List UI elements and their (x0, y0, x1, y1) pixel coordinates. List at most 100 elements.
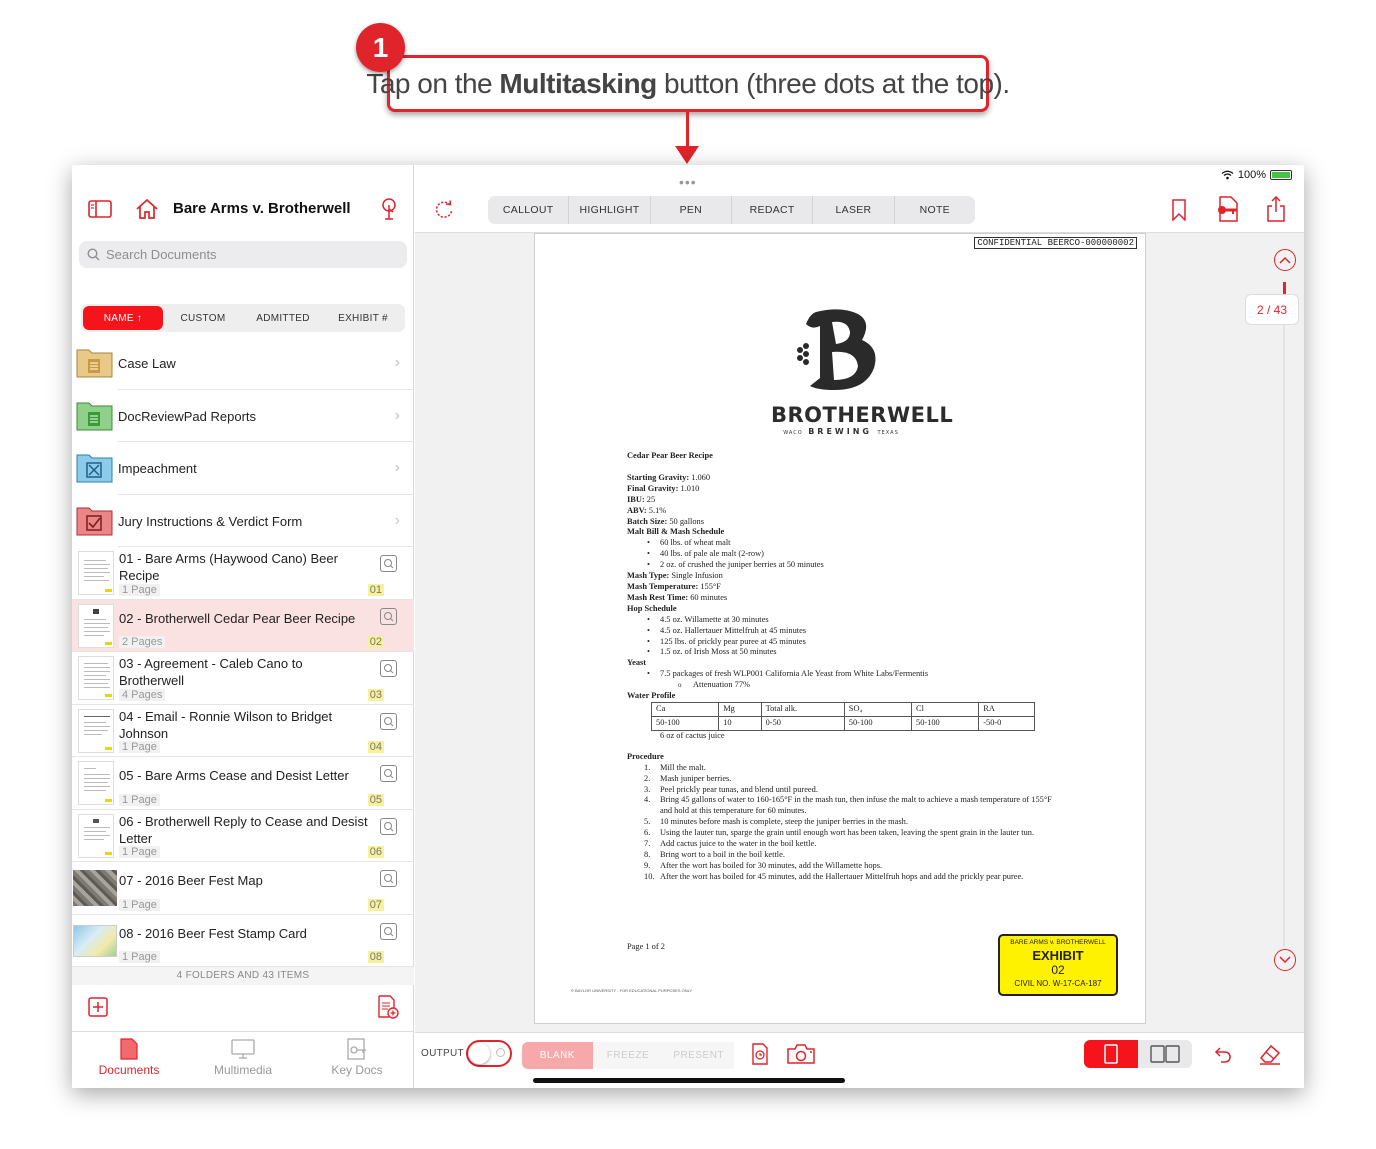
sort-tab-custom[interactable]: CUSTOM (163, 306, 243, 330)
tab-documents[interactable]: Documents (72, 1032, 186, 1088)
procedure-step: 4. Bring 45 gallons of water to 160-165°F… (644, 795, 1052, 816)
malt-item: 2 oz. of crushed the juniper berries at … (627, 560, 1107, 571)
search-in-document-icon[interactable] (380, 817, 397, 835)
search-in-document-icon[interactable] (380, 712, 397, 730)
procedure-step: 9. After the wort has boiled for 30 minut… (644, 860, 883, 870)
tool-note[interactable]: NOTE (895, 196, 975, 224)
search-in-document-icon[interactable] (380, 922, 397, 940)
folder-jury-instructions[interactable]: Jury Instructions & Verdict Form › (76, 495, 414, 547)
camera-icon[interactable] (785, 1042, 817, 1066)
sort-segmented-control: NAME ↑ CUSTOM ADMITTED EXHIBIT # (81, 304, 405, 332)
share-icon[interactable] (1264, 195, 1288, 223)
pdf-page[interactable]: CONFIDENTIAL BEERCO-000000002 BROTHERWEL… (534, 233, 1146, 1024)
key-document-icon[interactable] (1214, 195, 1242, 223)
mode-blank[interactable]: BLANK (522, 1042, 593, 1069)
exhibit-number: 03 (367, 688, 384, 701)
tab-multimedia[interactable]: Multimedia (186, 1032, 300, 1088)
single-page-view-icon[interactable] (1084, 1040, 1138, 1068)
multitasking-dots-button[interactable]: ••• (679, 174, 697, 190)
search-in-document-icon[interactable] (380, 660, 397, 677)
document-row-selected[interactable]: 02 - Brotherwell Cedar Pear Beer Recipe … (72, 599, 414, 652)
search-input[interactable]: Search Documents (79, 241, 407, 268)
viewer-toolbar: ••• 100% CALLOUT HIGHLIGHT PEN REDACT LA… (415, 165, 1304, 233)
exhibit-number: 08 (367, 951, 384, 963)
tool-redact[interactable]: REDACT (732, 196, 814, 224)
sidebar-toggle-icon[interactable] (88, 198, 112, 220)
hop-item: 1.5 oz. of Irish Moss at 50 minutes (627, 647, 1107, 658)
page-up-icon[interactable] (1274, 249, 1296, 271)
page-scroll-track[interactable] (1283, 287, 1285, 947)
brotherwell-logo: BROTHERWELL WACO BREWING TEXAS (771, 306, 954, 436)
eraser-icon[interactable] (1257, 1042, 1283, 1066)
confidential-stamp: CONFIDENTIAL BEERCO-000000002 (974, 237, 1137, 249)
tab-label: Multimedia (213, 1063, 273, 1077)
page-count: 4 Pages (119, 688, 166, 701)
instruction-callout: Tap on the Multitasking button (three do… (366, 55, 1010, 112)
logo-brand-text: BROTHERWELL (771, 403, 954, 427)
exhibit-number: 05 (367, 793, 384, 806)
chevron-right-icon: › (394, 406, 400, 424)
page-down-icon[interactable] (1274, 949, 1296, 971)
university-notice: © BAYLOR UNIVERSITY - FOR EDUCATIONAL PU… (571, 988, 693, 993)
folder-icon (76, 507, 113, 535)
callout-arrow-icon (675, 146, 699, 164)
add-folder-icon[interactable] (87, 996, 109, 1018)
document-row[interactable]: 01 - Bare Arms (Haywood Cano) Beer Recip… (72, 547, 414, 600)
search-in-document-icon[interactable] (380, 765, 397, 782)
sort-tab-admitted[interactable]: ADMITTED (243, 306, 323, 330)
two-page-view-icon[interactable] (1138, 1040, 1192, 1068)
document-row[interactable]: 08 - 2016 Beer Fest Stamp Card 1 Page 08 (72, 915, 414, 967)
rotate-icon[interactable] (432, 198, 456, 222)
exhibit-number: 01 (367, 583, 384, 596)
search-in-document-icon[interactable] (380, 870, 397, 887)
folder-impeachment[interactable]: Impeachment › (76, 442, 414, 495)
document-row[interactable]: 05 - Bare Arms Cease and Desist Letter 1… (72, 757, 414, 810)
mode-present[interactable]: PRESENT (663, 1042, 735, 1069)
touch-icon[interactable] (377, 196, 401, 222)
page-scroll-thumb[interactable] (1283, 282, 1286, 294)
folder-docreviewpad-reports[interactable]: DocReviewPad Reports › (76, 390, 414, 442)
tool-laser[interactable]: LASER (813, 196, 895, 224)
sticker-label: EXHIBIT (1032, 948, 1084, 963)
timer-icon[interactable] (749, 1042, 771, 1066)
sticker-civil-no: CIVIL NO. W-17-CA-187 (1014, 979, 1102, 988)
search-in-document-icon[interactable] (380, 607, 397, 625)
battery-percent: 100% (1237, 169, 1266, 181)
document-thumbnail (78, 603, 114, 648)
folder-label: Case Law (118, 356, 176, 371)
home-icon[interactable] (134, 196, 160, 222)
sort-tab-exhibit[interactable]: EXHIBIT # (323, 306, 403, 330)
sidebar-tab-bar: Documents Multimedia Key Docs (72, 1031, 414, 1088)
tool-highlight[interactable]: HIGHLIGHT (569, 196, 651, 224)
sticker-case: BARE ARMS v. BROTHERWELL (1010, 939, 1106, 946)
mode-freeze[interactable]: FREEZE (592, 1042, 664, 1069)
chevron-right-icon: › (394, 354, 400, 371)
tab-key-docs[interactable]: Key Docs (300, 1032, 414, 1088)
monitor-icon (231, 1039, 255, 1059)
search-in-document-icon[interactable] (380, 555, 397, 572)
exhibit-number: 07 (367, 898, 384, 911)
tool-pen[interactable]: PEN (651, 196, 732, 224)
document-row[interactable]: 06 - Brotherwell Reply to Cease and Desi… (72, 810, 414, 862)
folder-case-law[interactable]: Case Law › (76, 337, 414, 390)
document-row[interactable]: 04 - Email - Ronnie Wilson to Bridget Jo… (72, 705, 414, 757)
cactus-note: 6 oz of cactus juice (660, 730, 725, 740)
document-thumbnail (78, 656, 114, 700)
tool-callout[interactable]: CALLOUT (488, 196, 570, 224)
add-document-icon[interactable] (376, 995, 400, 1019)
document-row[interactable]: 03 - Agreement - Caleb Cano to Brotherwe… (72, 652, 414, 705)
mash-line: Mash Temperature: 155°F (627, 581, 721, 591)
case-title: Bare Arms v. Brotherwell (173, 200, 351, 217)
bookmark-icon[interactable] (1167, 197, 1191, 223)
page-count: 1 Page (119, 583, 160, 596)
procedure-step: 5. 10 minutes before mash is complete, st… (644, 817, 908, 827)
annotation-tools: CALLOUT HIGHLIGHT PEN REDACT LASER NOTE (488, 196, 975, 224)
tab-label: Key Docs (331, 1063, 383, 1077)
document-row[interactable]: 07 - 2016 Beer Fest Map 1 Page 07 (72, 862, 414, 915)
sort-tab-name[interactable]: NAME ↑ (83, 306, 163, 330)
document-title: 05 - Bare Arms Cease and Desist Letter (119, 768, 349, 783)
exhibit-number: 02 (367, 636, 384, 648)
output-toggle[interactable] (466, 1040, 512, 1067)
chevron-right-icon: › (394, 511, 400, 529)
undo-icon[interactable] (1210, 1042, 1234, 1066)
